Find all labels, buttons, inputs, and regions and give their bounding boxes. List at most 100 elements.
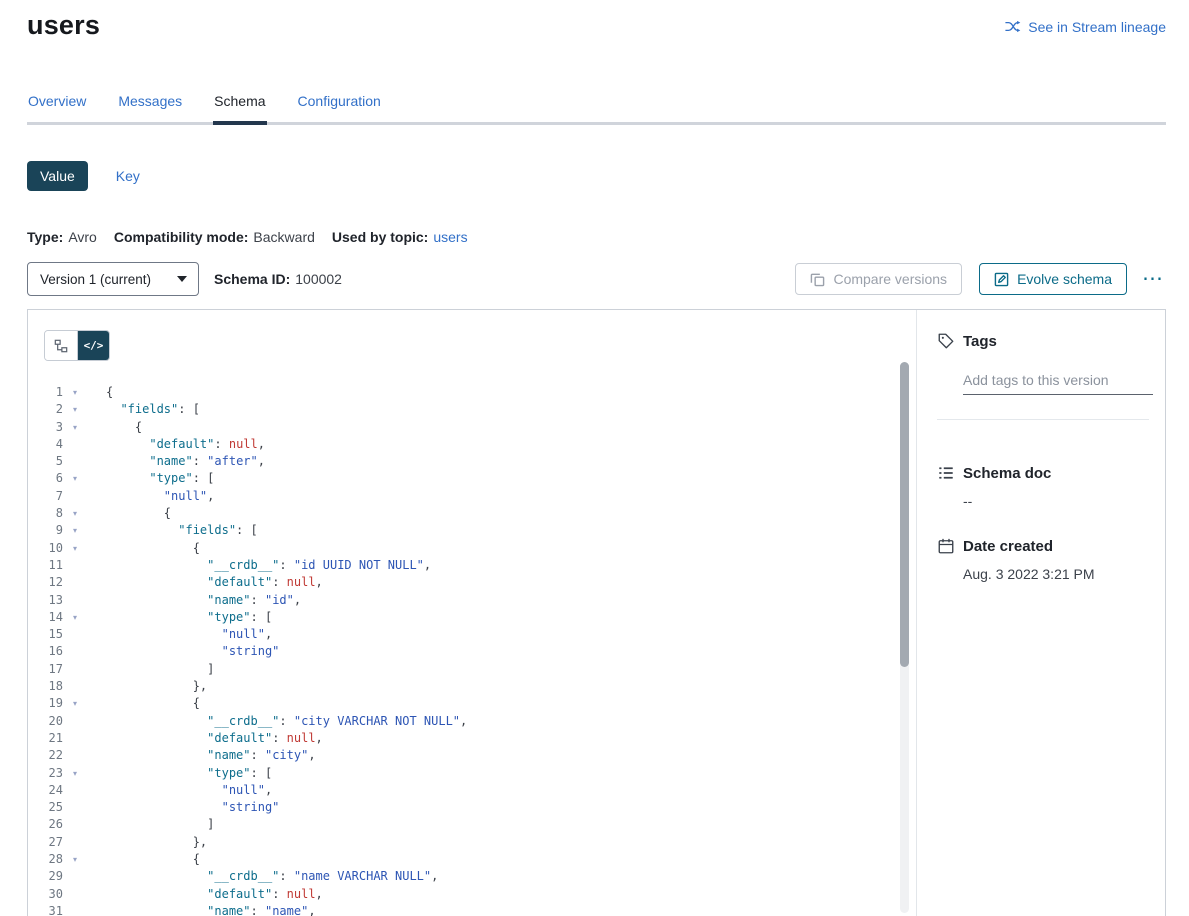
compare-versions-label: Compare versions [833,271,947,287]
stream-lineage-icon [1004,18,1021,35]
code-text: ] [106,816,214,833]
date-created-title: Date created [963,538,1053,555]
code-text: "null", [106,488,214,505]
fold-arrow-icon[interactable]: ▾ [68,765,82,782]
code-text: "name": "city", [106,747,316,764]
more-options-button[interactable]: ⋯ [1140,268,1166,290]
line-number: 3 [44,419,63,436]
code-text: "string" [106,799,279,816]
fold-arrow-icon[interactable]: ▾ [68,540,82,557]
schema-panel: </> 1 ▾ {2 ▾ "fields": [ 3 ▾ {4 "default": nu… [27,309,1166,916]
code-line: 22 "name": "city", [44,747,916,764]
compatibility-value: Backward [253,229,314,245]
schema-id-label: Schema ID: [214,271,290,287]
editor-scrollbar-thumb[interactable] [900,362,909,667]
code-text: "__crdb__": "city VARCHAR NOT NULL", [106,713,467,730]
fold-arrow-icon[interactable]: ▾ [68,505,82,522]
evolve-schema-button[interactable]: Evolve schema [979,263,1127,295]
line-number: 29 [44,868,63,885]
code-text: }, [106,834,207,851]
code-text: "type": [ [106,765,272,782]
line-number: 5 [44,453,63,470]
tags-input[interactable] [963,370,1153,395]
schema-id: Schema ID: 100002 [214,271,342,287]
line-number: 17 [44,661,63,678]
calendar-icon [937,537,955,555]
code-text: { [106,419,142,436]
meta-type: Type: Avro [27,229,97,245]
code-text: "name": "name", [106,903,316,916]
code-line: 8▾ { [44,505,916,522]
line-number: 6 [44,470,63,487]
fold-spacer [68,886,82,903]
schema-sidebar: Tags Schema doc -- [916,310,1165,916]
schema-toolbar: Version 1 (current) Schema ID: 100002 Co… [27,262,1166,296]
fold-arrow-icon[interactable]: ▾ [68,695,82,712]
version-select[interactable]: Version 1 (current) [27,262,199,296]
date-created-section: Date created Aug. 3 2022 3:21 PM [937,537,1149,582]
line-number: 28 [44,851,63,868]
tab-configuration[interactable]: Configuration [297,91,382,122]
code-line: 15 "null", [44,626,916,643]
editor-scrollbar[interactable] [900,362,909,913]
code-view-button[interactable]: </> [77,331,109,360]
code-line: 4 "default": null, [44,436,916,453]
fold-arrow-icon[interactable]: ▾ [68,470,82,487]
page: users See in Stream lineage Overview Mes… [0,0,1189,916]
tab-schema[interactable]: Schema [213,91,266,125]
code-line: 26 ] [44,816,916,833]
line-number: 7 [44,488,63,505]
tab-bar: Overview Messages Schema Configuration [27,91,1166,125]
fold-spacer [68,782,82,799]
code-line: 1 ▾ { [44,384,916,401]
fold-spacer [68,436,82,453]
fold-spacer [68,747,82,764]
fold-arrow-icon[interactable]: ▾ [68,384,82,401]
page-title: users [27,10,100,41]
code-text: "null", [106,782,272,799]
compatibility-label: Compatibility mode: [114,229,249,245]
tab-overview[interactable]: Overview [27,91,87,122]
schema-doc-value: -- [963,493,1149,509]
value-key-toggle: Value Key [27,161,1166,191]
fold-spacer [68,868,82,885]
compare-icon [810,272,825,287]
topic-link[interactable]: users [433,229,467,245]
code-line: 21 "default": null, [44,730,916,747]
code-line: 31 "name": "name", [44,903,916,916]
code-text: { [106,505,171,522]
code-text: "type": [ [106,470,214,487]
fold-spacer [68,488,82,505]
code-text: "default": null, [106,436,265,453]
schema-meta-row: Type: Avro Compatibility mode: Backward … [27,229,1166,245]
line-number: 26 [44,816,63,833]
page-header: users See in Stream lineage [27,0,1166,41]
key-toggle-button[interactable]: Key [116,168,140,184]
editor-view-toggle: </> [44,330,110,361]
code-line: 10▾ { [44,540,916,557]
code-text: "__crdb__": "id UUID NOT NULL", [106,557,431,574]
stream-lineage-link[interactable]: See in Stream lineage [1004,18,1166,35]
code-text: { [106,384,113,401]
value-toggle-button[interactable]: Value [27,161,88,191]
line-number: 2 [44,401,63,418]
type-label: Type: [27,229,63,245]
fold-arrow-icon[interactable]: ▾ [68,851,82,868]
code-text: "fields": [ [106,522,258,539]
chevron-down-icon [177,276,187,282]
tree-view-button[interactable] [45,331,77,360]
evolve-schema-label: Evolve schema [1017,271,1112,287]
fold-spacer [68,643,82,660]
compare-versions-button[interactable]: Compare versions [795,263,962,295]
line-number: 25 [44,799,63,816]
fold-arrow-icon[interactable]: ▾ [68,419,82,436]
topic-label: Used by topic: [332,229,428,245]
fold-arrow-icon[interactable]: ▾ [68,401,82,418]
fold-arrow-icon[interactable]: ▾ [68,609,82,626]
fold-arrow-icon[interactable]: ▾ [68,522,82,539]
fold-spacer [68,453,82,470]
code-text: "default": null, [106,574,323,591]
tab-messages[interactable]: Messages [117,91,183,122]
line-number: 1 [44,384,63,401]
code-line: 11 "__crdb__": "id UUID NOT NULL", [44,557,916,574]
